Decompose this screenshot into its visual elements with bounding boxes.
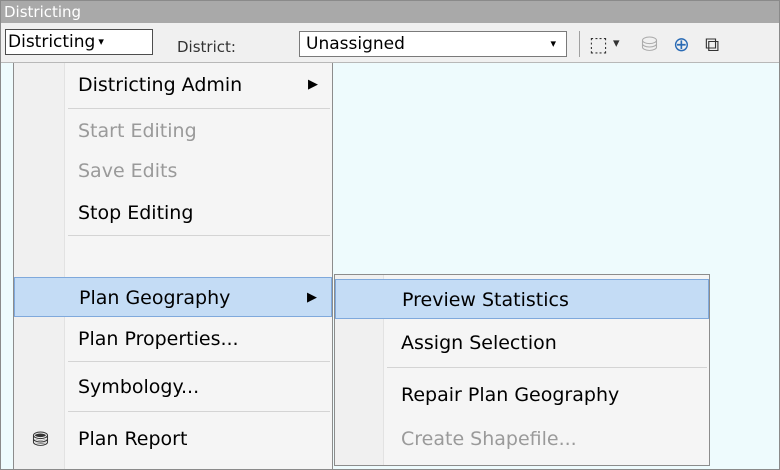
districting-toolbar: Districting ▾ District: Unassigned ▾ ⬚ ▾ …	[1, 23, 779, 63]
submenu-item-label: Create Shapefile...	[401, 428, 577, 450]
submenu-item-create-shapefile: Create Shapefile...	[335, 419, 709, 459]
menu-divider	[68, 361, 330, 362]
menu-item-plan-properties[interactable]: Plan Properties...	[14, 319, 332, 359]
menu-item-start-editing: Start Editing	[14, 111, 332, 151]
zoom-to-district-icon[interactable]: ⊕	[673, 32, 690, 56]
menu-item-label: Districting Admin	[78, 74, 243, 96]
menu-item-save-edits: Save Edits	[14, 151, 332, 191]
districting-window: Districting Districting ▾ District: Unass…	[0, 0, 780, 470]
menu-divider	[68, 108, 330, 109]
window-title: Districting	[1, 1, 779, 23]
menu-item-symbology[interactable]: Symbology...	[14, 367, 332, 407]
menu-item-label: Plan Geography	[79, 287, 231, 309]
menu-item-label: Stop Editing	[78, 202, 194, 224]
menu-divider	[68, 411, 330, 412]
select-tool-dropdown-icon[interactable]: ▾	[613, 32, 620, 56]
submenu-item-repair-plan-geography[interactable]: Repair Plan Geography	[335, 375, 709, 415]
lock-icon[interactable]: ⛁	[641, 32, 658, 56]
submenu-arrow-icon: ▶	[307, 290, 317, 305]
menu-item-stop-editing[interactable]: Stop Editing	[14, 193, 332, 233]
district-combo-value: Unassigned	[306, 34, 405, 54]
districting-menu-button[interactable]: Districting ▾	[5, 29, 153, 55]
dropdown-arrow-icon: ▾	[98, 35, 104, 48]
menu-item-plan-report[interactable]: ⛃ Plan Report	[14, 419, 332, 459]
submenu-arrow-icon: ▶	[308, 77, 318, 92]
menu-item-label: Plan Properties...	[78, 328, 239, 350]
submenu-item-preview-statistics[interactable]: Preview Statistics	[335, 279, 709, 319]
plan-geography-submenu: Preview Statistics Assign Selection Repa…	[334, 274, 710, 466]
submenu-divider	[387, 367, 707, 368]
districting-dropdown-menu: Districting Admin ▶ Start Editing Save E…	[13, 63, 333, 469]
select-tool-icon[interactable]: ⬚	[589, 32, 608, 56]
districting-button-label: Districting	[8, 32, 96, 52]
menu-item-label: Plan Report	[78, 428, 188, 450]
submenu-item-assign-selection[interactable]: Assign Selection	[335, 323, 709, 363]
toolbar-separator	[579, 31, 580, 57]
submenu-item-label: Repair Plan Geography	[401, 384, 620, 406]
new-district-icon[interactable]: ⧉	[705, 32, 719, 56]
menu-item-label: Save Edits	[78, 160, 178, 182]
submenu-item-label: Preview Statistics	[402, 289, 569, 311]
combo-arrow-icon: ▾	[550, 37, 556, 50]
menu-divider	[68, 235, 330, 236]
submenu-item-label: Assign Selection	[401, 332, 557, 354]
menu-item-label: Start Editing	[78, 120, 197, 142]
report-icon: ⛃	[32, 427, 49, 451]
menu-item-plan-geography[interactable]: Plan Geography ▶	[14, 277, 332, 317]
district-combo[interactable]: Unassigned ▾	[299, 31, 567, 57]
menu-item-districting-admin[interactable]: Districting Admin ▶	[14, 65, 332, 105]
district-label: District:	[177, 38, 236, 56]
menu-item-label: Symbology...	[78, 376, 200, 398]
